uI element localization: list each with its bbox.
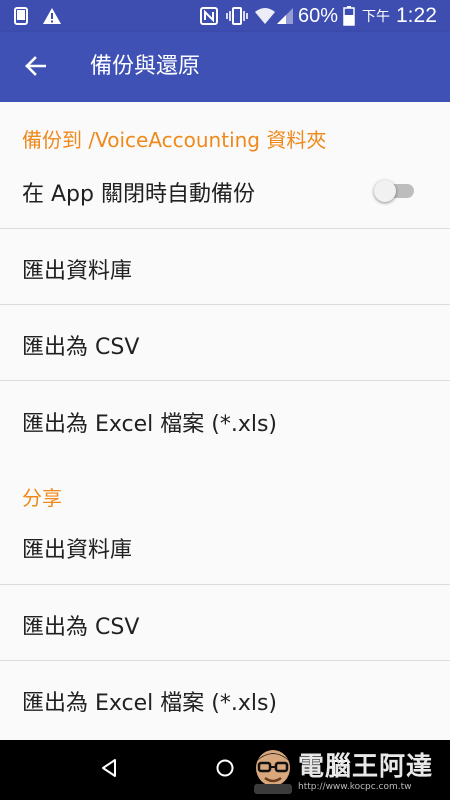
battery-icon [343,0,355,32]
nfc-icon [200,0,218,32]
list-item-export-database[interactable]: 匯出資料庫 [0,229,450,305]
section-header-share: 分享 [22,486,62,510]
signal-icon [276,0,294,32]
toggle-thumb [374,180,396,202]
list-item-share-database[interactable]: 匯出資料庫 [0,508,450,584]
watermark: 電腦王阿達 http://www.kocpc.com.tw [246,744,446,798]
warning-icon [42,0,62,32]
battery-percent: 60% [298,5,339,27]
export-database-label: 匯出資料庫 [22,259,133,284]
list-item-share-excel[interactable]: 匯出為 Excel 檔案 (*.xls) [0,661,450,739]
vibrate-icon [226,0,248,32]
share-excel-label: 匯出為 Excel 檔案 (*.xls) [22,691,278,716]
watermark-url: http://www.kocpc.com.tw [298,782,412,792]
navigation-bar: 電腦王阿達 http://www.kocpc.com.tw [0,740,450,800]
list-item-export-csv[interactable]: 匯出為 CSV [0,305,450,381]
mascot-icon [250,746,296,798]
page-title: 備份與還原 [90,54,201,79]
back-triangle-icon [99,758,119,782]
arrow-back-icon [24,55,47,81]
section-header-backup: 備份到 /VoiceAccounting 資料夾 [22,128,327,152]
wifi-icon [254,0,276,32]
settings-list: 備份到 /VoiceAccounting 資料夾 在 App 關閉時自動備份 匯… [0,102,450,740]
share-database-label: 匯出資料庫 [22,538,133,563]
export-excel-label: 匯出為 Excel 檔案 (*.xls) [22,412,278,437]
clock-time: 1:22 [396,4,437,27]
share-csv-label: 匯出為 CSV [22,615,140,640]
back-button[interactable] [14,47,56,89]
time-period: 下午 [362,8,390,24]
phone-icon [14,0,28,32]
auto-backup-toggle[interactable] [374,180,418,202]
nav-back-button[interactable] [79,740,139,800]
status-bar: 60% 下午 1:22 [0,0,450,32]
list-item-export-excel[interactable]: 匯出為 Excel 檔案 (*.xls) [0,381,450,459]
app-bar: 備份與還原 [0,32,450,102]
list-item-auto-backup[interactable]: 在 App 關閉時自動備份 [0,160,450,228]
list-item-share-csv[interactable]: 匯出為 CSV [0,585,450,661]
watermark-text: 電腦王阿達 [298,752,434,782]
home-circle-icon [215,758,235,782]
auto-backup-label: 在 App 關閉時自動備份 [22,182,255,207]
export-csv-label: 匯出為 CSV [22,335,140,360]
